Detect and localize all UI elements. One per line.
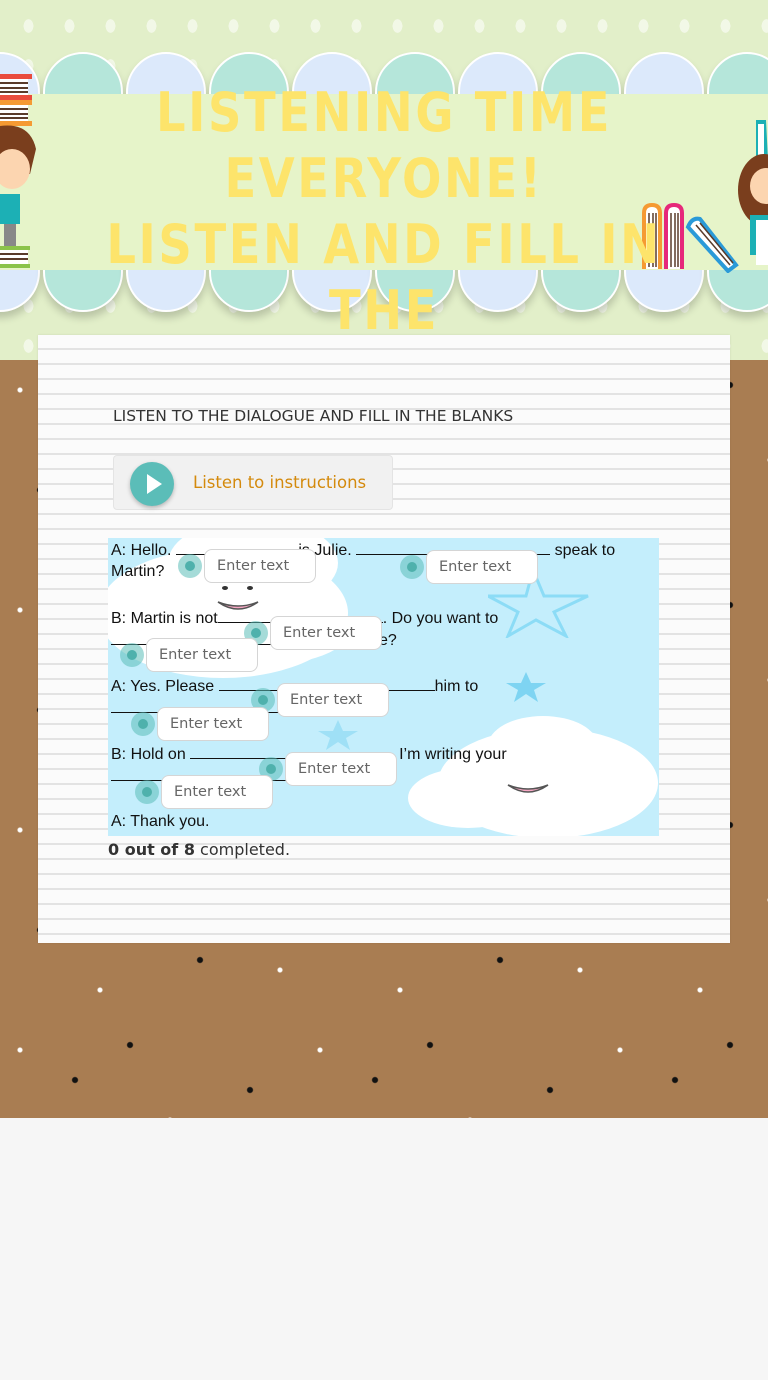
progress-status: 0 out of 8 completed. <box>108 840 290 859</box>
progress-suffix: completed. <box>194 840 291 859</box>
blank-8[interactable] <box>135 775 275 809</box>
blank-7[interactable] <box>259 752 399 786</box>
text-a1-hello: A: Hello. <box>111 542 172 559</box>
title-line-1: Listening time everyone! <box>155 81 613 210</box>
progress-count: 0 out of 8 <box>108 840 195 859</box>
blank-1[interactable] <box>178 549 318 583</box>
boy-with-books-illustration <box>0 74 36 268</box>
text-a1-speak-to: speak to <box>554 542 616 559</box>
blank-2-input[interactable] <box>426 550 538 584</box>
star-icon <box>506 672 546 702</box>
blank-6[interactable] <box>131 707 271 741</box>
blank-7-input[interactable] <box>285 752 397 786</box>
text-b1-start: B: Martin is not <box>111 610 218 627</box>
blank-marker-icon <box>131 712 155 736</box>
blank-8-input[interactable] <box>161 775 273 809</box>
text-a2-end: him to <box>434 678 479 695</box>
blank-5-input[interactable] <box>277 683 389 717</box>
text-a3: A: Thank you. <box>111 813 210 830</box>
title-line-2: Listen and fill in the <box>106 213 662 342</box>
blank-3[interactable] <box>244 616 384 650</box>
play-icon <box>147 474 162 494</box>
page-footer-area <box>0 1118 768 1380</box>
blank-4[interactable] <box>120 638 260 672</box>
blank-marker-icon <box>120 643 144 667</box>
play-button[interactable] <box>130 462 174 506</box>
text-b2-start: B: Hold on <box>111 746 186 763</box>
blank-marker-icon <box>178 554 202 578</box>
text-b2-end: . I’m writing your <box>390 746 507 763</box>
blank-3-input[interactable] <box>270 616 382 650</box>
blank-marker-icon <box>135 780 159 804</box>
blank-6-input[interactable] <box>157 707 269 741</box>
cloud-eye <box>247 586 253 590</box>
page-title: Listening time everyone! Listen and fill… <box>71 80 697 360</box>
header-banner: Listening time everyone! Listen and fill… <box>0 0 768 360</box>
listen-instructions-button[interactable]: Listen to instructions <box>113 455 393 510</box>
text-a2-start: A: Yes. Please <box>111 678 215 695</box>
blank-5[interactable] <box>251 683 391 717</box>
blank-marker-icon <box>400 555 424 579</box>
cloud-eye <box>222 586 228 590</box>
blank-4-input[interactable] <box>146 638 258 672</box>
blank-2[interactable] <box>400 550 540 584</box>
text-b1-mid: . Do you want to <box>382 610 499 627</box>
text-a1-martin: Martin? <box>111 563 165 580</box>
cloud-smile-icon <box>507 784 549 793</box>
listen-instructions-label: Listen to instructions <box>193 473 367 492</box>
blank-1-input[interactable] <box>204 549 316 583</box>
instruction-text: LISTEN TO THE DIALOGUE AND FILL IN THE B… <box>113 407 514 425</box>
